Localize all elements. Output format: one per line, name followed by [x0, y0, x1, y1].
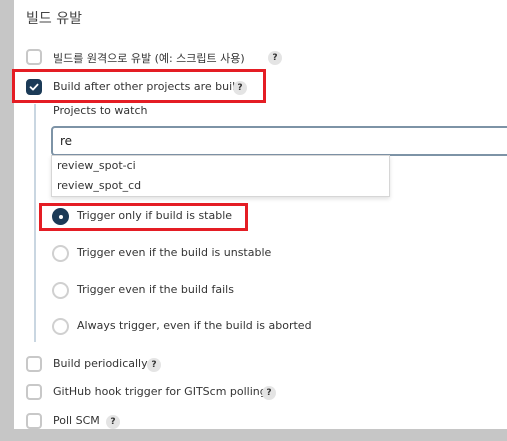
poll-scm-label: Poll SCM [53, 414, 100, 427]
remote-trigger-label: 빌드를 원격으로 유발 (예: 스크립트 사용) [53, 52, 245, 65]
radio-trigger-fails[interactable] [52, 282, 69, 299]
build-triggers-panel: 빌드 유발 빌드를 원격으로 유발 (예: 스크립트 사용) ? Build a… [12, 0, 507, 429]
build-periodically-label: Build periodically [53, 357, 148, 370]
projects-suggestions-dropdown: review_spot-ci review_spot_cd [51, 155, 390, 197]
projects-to-watch-label: Projects to watch [53, 104, 148, 117]
radio-trigger-unstable-label: Trigger even if the build is unstable [77, 246, 272, 259]
remote-trigger-help-icon[interactable]: ? [268, 51, 282, 65]
radio-trigger-stable-label: Trigger only if build is stable [77, 209, 233, 222]
poll-scm-checkbox[interactable] [26, 413, 42, 429]
remote-trigger-checkbox[interactable] [26, 49, 42, 65]
projects-to-watch-input[interactable]: re [51, 126, 507, 156]
github-hook-label: GitHub hook trigger for GITScm polling [53, 385, 267, 398]
build-after-other-help-icon[interactable]: ? [233, 81, 247, 95]
suggestion-item[interactable]: review_spot-ci [57, 159, 136, 172]
build-after-other-label: Build after other projects are built [53, 80, 240, 93]
radio-trigger-unstable[interactable] [52, 245, 69, 262]
radio-trigger-fails-label: Trigger even if the build fails [77, 283, 234, 296]
build-periodically-help-icon[interactable]: ? [147, 358, 161, 372]
github-hook-help-icon[interactable]: ? [262, 386, 276, 400]
radio-trigger-stable[interactable] [52, 208, 69, 225]
radio-trigger-aborted-label: Always trigger, even if the build is abo… [77, 319, 312, 332]
section-title: 빌드 유발 [26, 11, 82, 27]
radio-trigger-aborted[interactable] [52, 318, 69, 335]
build-after-other-checkbox[interactable] [26, 79, 42, 95]
nested-options-guide [34, 104, 36, 342]
check-icon [29, 83, 39, 91]
build-periodically-checkbox[interactable] [26, 356, 42, 372]
poll-scm-help-icon[interactable]: ? [106, 415, 120, 429]
suggestion-item[interactable]: review_spot_cd [57, 179, 141, 192]
github-hook-checkbox[interactable] [26, 384, 42, 400]
